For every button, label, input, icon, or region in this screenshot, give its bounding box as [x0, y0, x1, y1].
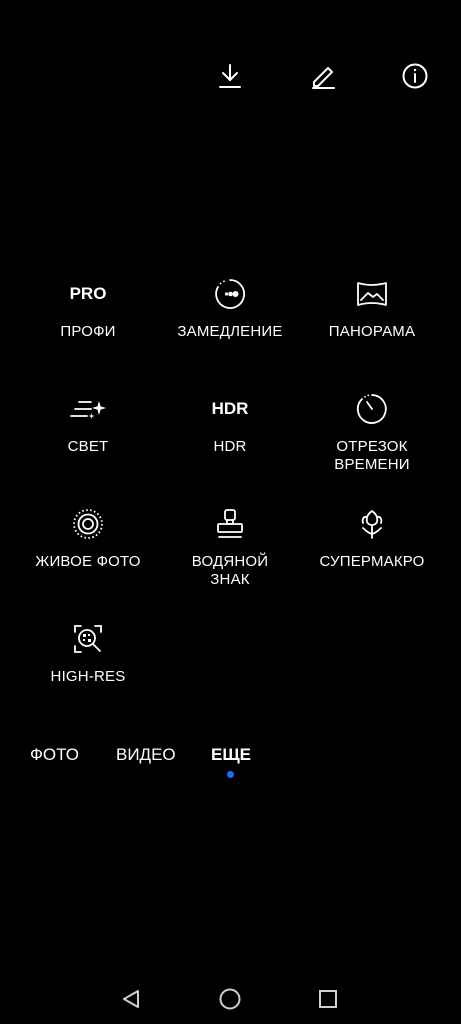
- mode-timelapse[interactable]: ОТРЕЗОК ВРЕМЕНИ: [297, 392, 447, 474]
- mode-pro[interactable]: PRO ПРОФИ: [13, 277, 163, 341]
- tab-video[interactable]: ВИДЕО: [116, 745, 176, 765]
- mode-high-res[interactable]: HIGH-RES: [13, 622, 163, 686]
- live-photo-icon: [72, 507, 104, 541]
- mode-panorama[interactable]: ПАНОРАМА: [297, 277, 447, 341]
- home-icon[interactable]: [214, 984, 246, 1014]
- mode-label: СУПЕРМАКРО: [319, 553, 425, 570]
- mode-label: ВОДЯНОЙ ЗНАК: [191, 553, 269, 588]
- back-icon[interactable]: [115, 984, 147, 1014]
- mode-live-photo[interactable]: ЖИВОЕ ФОТО: [13, 507, 163, 571]
- timelapse-icon: [356, 392, 388, 426]
- tab-more[interactable]: ЕЩЕ: [211, 745, 251, 765]
- mode-label: СВЕТ: [67, 438, 109, 455]
- mode-label: ПРОФИ: [60, 323, 116, 340]
- light-icon: [69, 392, 107, 426]
- slow-motion-icon: [214, 277, 246, 311]
- recents-icon[interactable]: [312, 984, 344, 1014]
- panorama-icon: [356, 277, 388, 311]
- mode-label: ЗАМЕДЛЕНИЕ: [177, 323, 283, 340]
- edit-icon[interactable]: [307, 60, 339, 92]
- mode-hdr[interactable]: HDR HDR: [155, 392, 305, 456]
- mode-light[interactable]: СВЕТ: [13, 392, 163, 456]
- download-icon[interactable]: [214, 60, 246, 92]
- camera-mode-tabs: ФОТО ВИДЕО ЕЩЕ: [0, 742, 461, 778]
- hdr-icon: HDR: [211, 399, 249, 418]
- mode-label: ПАНОРАМА: [328, 323, 416, 340]
- super-macro-icon: [357, 507, 387, 541]
- watermark-icon: [215, 507, 245, 541]
- high-res-icon: [72, 622, 104, 656]
- mode-super-macro[interactable]: СУПЕРМАКРО: [297, 507, 447, 571]
- pro-icon: PRO: [69, 284, 107, 303]
- mode-slow-motion[interactable]: ЗАМЕДЛЕНИЕ: [155, 277, 305, 341]
- mode-label: ОТРЕЗОК ВРЕМЕНИ: [334, 438, 410, 473]
- mode-label: HDR: [213, 438, 247, 455]
- info-icon[interactable]: [399, 60, 431, 92]
- mode-watermark[interactable]: ВОДЯНОЙ ЗНАК: [155, 507, 305, 589]
- tab-photo[interactable]: ФОТО: [30, 745, 79, 765]
- mode-label: ЖИВОЕ ФОТО: [35, 553, 141, 570]
- mode-label: HIGH-RES: [50, 668, 126, 685]
- active-tab-indicator: [227, 771, 234, 778]
